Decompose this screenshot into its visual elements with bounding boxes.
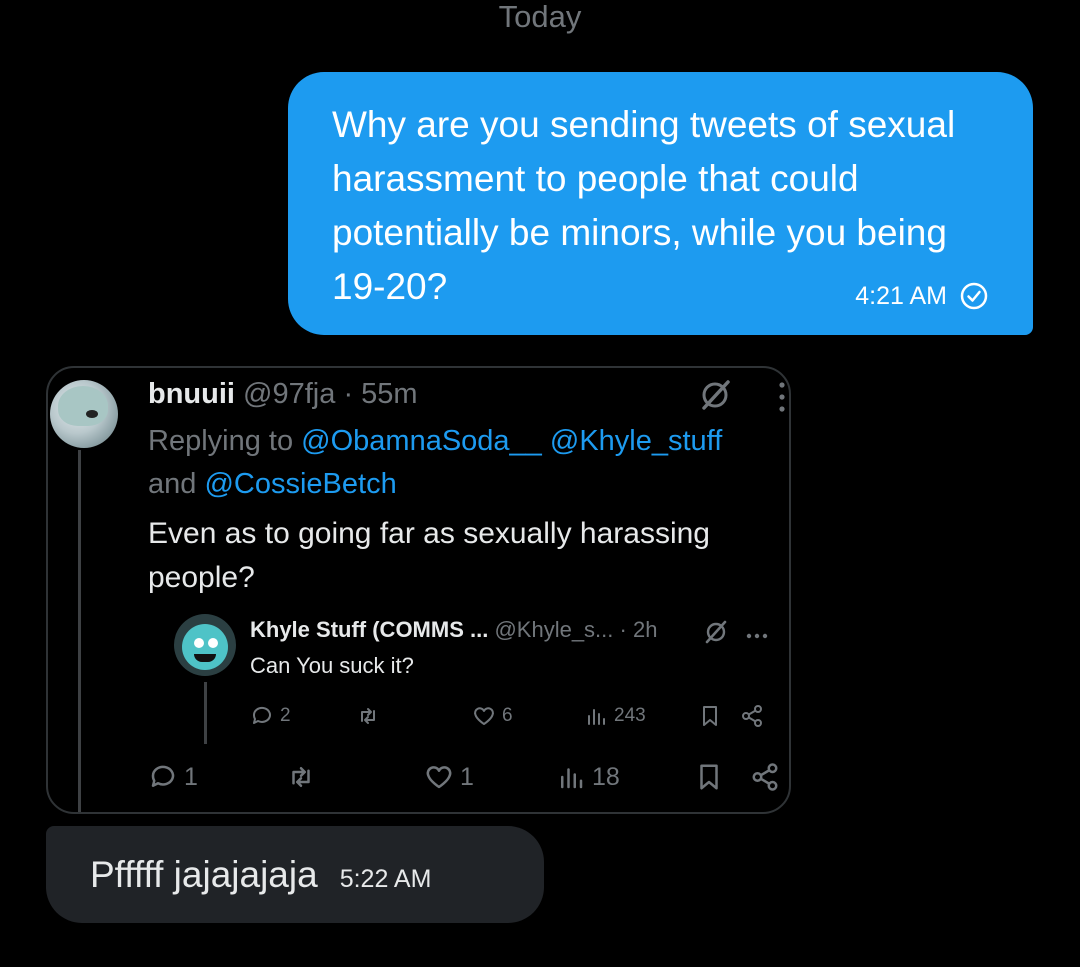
replied-tweet[interactable]: Khyle Stuff (COMMS ... @Khyle_s... · 2h … [168, 604, 788, 754]
heart-icon [426, 766, 452, 789]
mention-link[interactable]: @ObamnaSoda__ [301, 425, 542, 457]
author-name[interactable]: bnuuii [148, 378, 235, 410]
views-icon [588, 709, 605, 725]
views-count: 18 [592, 762, 620, 791]
incoming-message-time: 5:22 AM [339, 865, 432, 893]
grok-icon[interactable] [702, 618, 730, 646]
views-icon [561, 768, 583, 789]
bookmark-button[interactable] [694, 762, 724, 792]
tweet-text: Even as to going far as sexually harassi… [148, 517, 710, 594]
tweet-header: bnuuii @97fja · 55m [148, 376, 418, 412]
bookmark-icon [700, 764, 718, 790]
like-count: 1 [460, 762, 474, 791]
thread-line [204, 682, 207, 744]
more-options-icon[interactable] [778, 380, 786, 414]
like-count: 6 [502, 705, 513, 726]
replying-and: and [148, 468, 197, 500]
tweet-time[interactable]: 55m [361, 378, 417, 410]
more-options-icon[interactable] [746, 626, 768, 639]
replying-to: Replying to @ObamnaSoda__ @Khyle_stuff a… [148, 420, 789, 506]
author-handle[interactable]: @Khyle_s... [494, 617, 613, 642]
tweet-actions: 2 6 243 [250, 704, 780, 736]
grok-icon[interactable] [696, 376, 734, 414]
tweet-text: Can You suck it? [250, 653, 414, 678]
tweet-header: Khyle Stuff (COMMS ... @Khyle_s... · 2h [250, 616, 657, 644]
incoming-message-bubble[interactable]: Pfffff jajajajaja 5:22 AM [46, 826, 544, 923]
views-count: 243 [614, 705, 646, 726]
avatar[interactable] [50, 380, 118, 448]
like-button[interactable]: 1 [424, 762, 474, 792]
avatar[interactable] [174, 614, 236, 676]
author-name[interactable]: Khyle Stuff (COMMS ... [250, 617, 488, 642]
views-button[interactable]: 18 [556, 762, 620, 792]
heart-icon [474, 707, 494, 725]
shared-tweet-card[interactable]: bnuuii @97fja · 55m Replying to @ObamnaS… [46, 366, 791, 814]
repost-button[interactable] [356, 704, 386, 728]
incoming-message-text: Pfffff jajajajaja [90, 853, 318, 895]
outgoing-message-meta: 4:21 AM [855, 281, 989, 311]
day-separator: Today [498, 0, 582, 34]
thread-line [78, 450, 81, 812]
bookmark-button[interactable] [698, 704, 722, 728]
tweet-actions: 1 1 18 [148, 762, 788, 800]
tweet-time[interactable]: 2h [633, 617, 657, 642]
repost-icon [361, 708, 375, 724]
reply-icon [151, 765, 175, 787]
repost-button[interactable] [286, 762, 322, 792]
share-button[interactable] [740, 704, 764, 728]
outgoing-message-time: 4:21 AM [855, 281, 947, 310]
bookmark-icon [703, 706, 717, 726]
repost-icon [292, 767, 310, 787]
share-button[interactable] [750, 762, 780, 792]
author-handle[interactable]: @97fja [243, 378, 335, 410]
outgoing-message-bubble[interactable]: Why are you sending tweets of sexual har… [288, 72, 1033, 335]
reply-icon [252, 706, 271, 724]
reply-button[interactable]: 1 [148, 762, 198, 792]
reply-button[interactable]: 2 [250, 704, 291, 728]
replying-prefix: Replying to [148, 425, 294, 457]
reply-count: 1 [184, 762, 198, 791]
reply-count: 2 [280, 705, 291, 726]
share-icon [742, 705, 762, 727]
check-circle-icon [959, 281, 989, 311]
separator-dot: · [619, 617, 627, 642]
mention-link[interactable]: @Khyle_stuff [550, 425, 722, 457]
separator-dot: · [343, 378, 354, 410]
mention-link[interactable]: @CossieBetch [204, 468, 396, 500]
like-button[interactable]: 6 [472, 704, 513, 728]
views-button[interactable]: 243 [584, 704, 646, 728]
share-icon [752, 763, 778, 791]
